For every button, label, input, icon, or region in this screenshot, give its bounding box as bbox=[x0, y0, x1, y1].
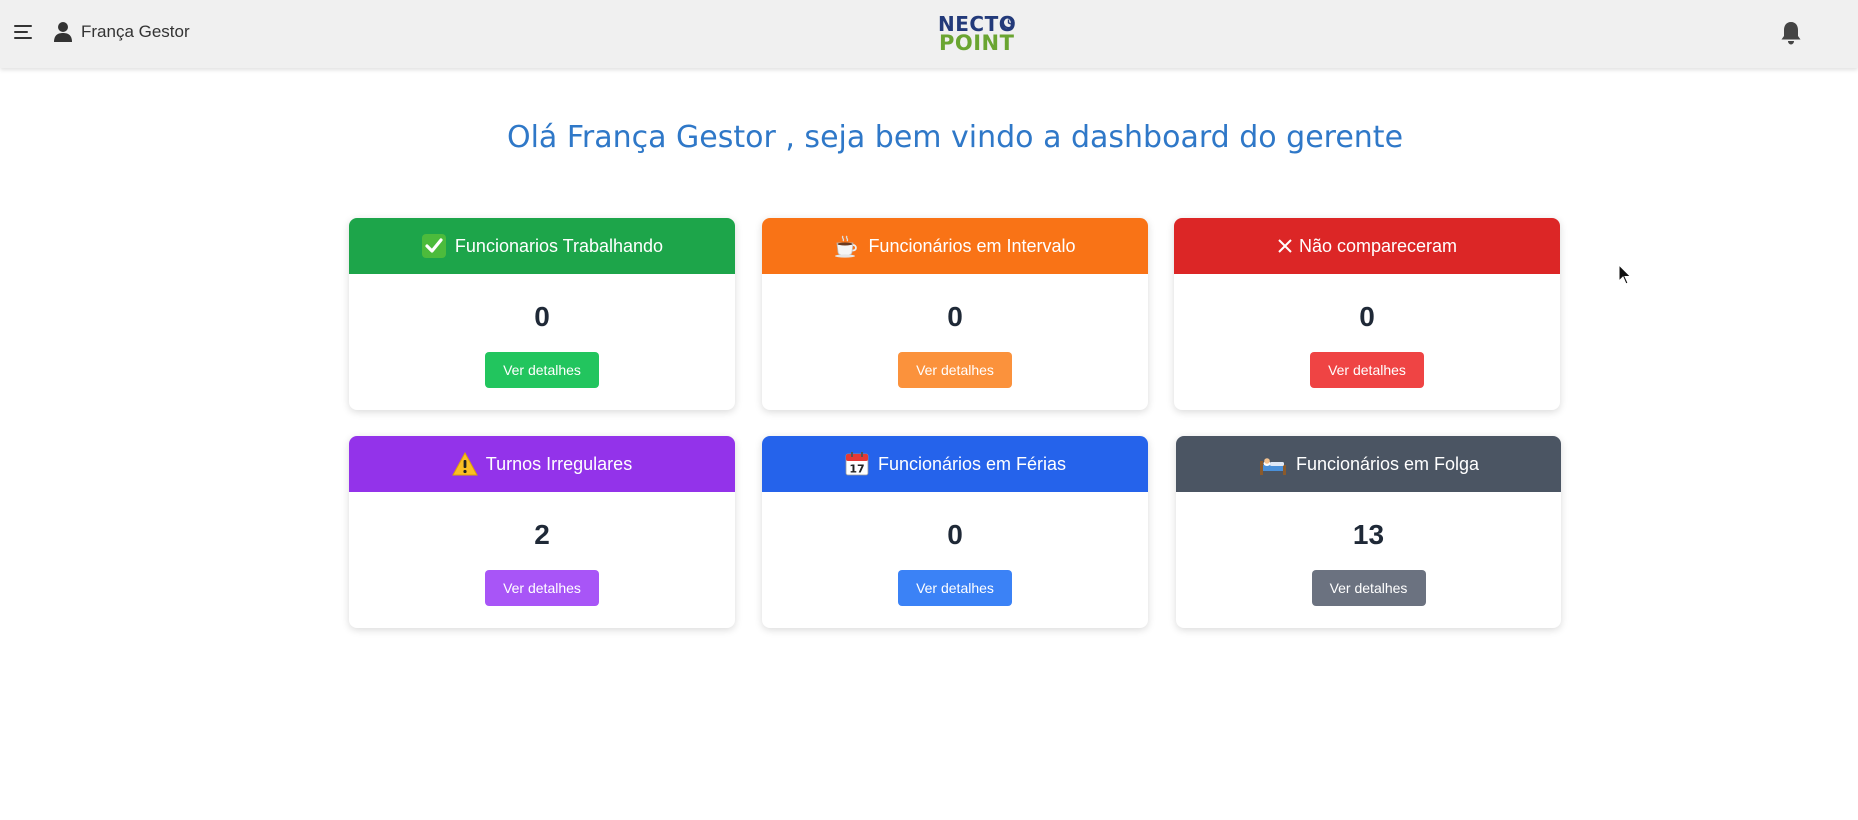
bell-icon[interactable] bbox=[1780, 20, 1802, 46]
card-value: 0 bbox=[947, 301, 963, 332]
card-header: Funcionarios Trabalhando bbox=[349, 218, 735, 274]
warning-icon bbox=[451, 451, 478, 477]
mouse-cursor-icon bbox=[1618, 264, 1632, 285]
necto-point-logo: NECTO POINT bbox=[938, 12, 1022, 56]
card-title: Funcionários em Folga bbox=[1295, 453, 1480, 474]
card-title: Funcionarios Trabalhando bbox=[454, 235, 664, 256]
card-vacation-employees: 17 Funcionários em Férias 0 Ver detalhes bbox=[762, 436, 1148, 628]
card-title: Não compareceram bbox=[1298, 235, 1458, 256]
logo-text-bottom: POINT bbox=[939, 31, 1015, 55]
details-button[interactable]: Ver detalhes bbox=[485, 352, 599, 388]
card-break-employees: Funcionários em Intervalo 0 Ver detalhes bbox=[762, 218, 1148, 410]
coffee-icon bbox=[834, 233, 860, 259]
clock-icon bbox=[1002, 16, 1015, 29]
bed-icon bbox=[1258, 451, 1288, 477]
card-value: 0 bbox=[534, 301, 550, 332]
details-button[interactable]: Ver detalhes bbox=[898, 352, 1012, 388]
card-header: Funcionários em Intervalo bbox=[762, 218, 1148, 274]
card-day-off-employees: Funcionários em Folga 13 Ver detalhes bbox=[1176, 436, 1561, 628]
card-title: Turnos Irregulares bbox=[485, 453, 633, 474]
card-working-employees: Funcionarios Trabalhando 0 Ver detalhes bbox=[349, 218, 735, 410]
close-icon bbox=[1277, 238, 1293, 254]
welcome-heading: Olá França Gestor , seja bem vindo a das… bbox=[506, 120, 1404, 155]
user-profile[interactable]: França Gestor bbox=[54, 20, 190, 44]
hamburger-menu-icon[interactable] bbox=[14, 24, 34, 42]
card-value: 0 bbox=[947, 519, 963, 550]
details-button[interactable]: Ver detalhes bbox=[1311, 570, 1426, 606]
calendar-day: 17 bbox=[849, 463, 864, 476]
details-button[interactable]: Ver detalhes bbox=[485, 570, 599, 606]
card-header: Não compareceram bbox=[1174, 218, 1560, 274]
card-value: 13 bbox=[1352, 519, 1385, 550]
details-button[interactable]: Ver detalhes bbox=[898, 570, 1012, 606]
card-title: Funcionários em Férias bbox=[877, 453, 1067, 474]
user-icon bbox=[54, 22, 72, 42]
card-value: 2 bbox=[534, 519, 550, 550]
top-navbar: França Gestor NECTO POINT bbox=[0, 0, 1858, 68]
details-button[interactable]: Ver detalhes bbox=[1310, 352, 1424, 388]
card-value: 0 bbox=[1359, 301, 1375, 332]
card-title: Funcionários em Intervalo bbox=[868, 235, 1076, 256]
card-header: Turnos Irregulares bbox=[349, 436, 735, 492]
card-header: Funcionários em Folga bbox=[1176, 436, 1561, 492]
card-irregular-shifts: Turnos Irregulares 2 Ver detalhes bbox=[349, 436, 735, 628]
card-header: 17 Funcionários em Férias bbox=[762, 436, 1148, 492]
calendar-icon: 17 bbox=[844, 451, 870, 477]
check-icon bbox=[421, 233, 447, 259]
user-name: França Gestor bbox=[81, 22, 190, 41]
card-absent-employees: Não compareceram 0 Ver detalhes bbox=[1174, 218, 1560, 410]
